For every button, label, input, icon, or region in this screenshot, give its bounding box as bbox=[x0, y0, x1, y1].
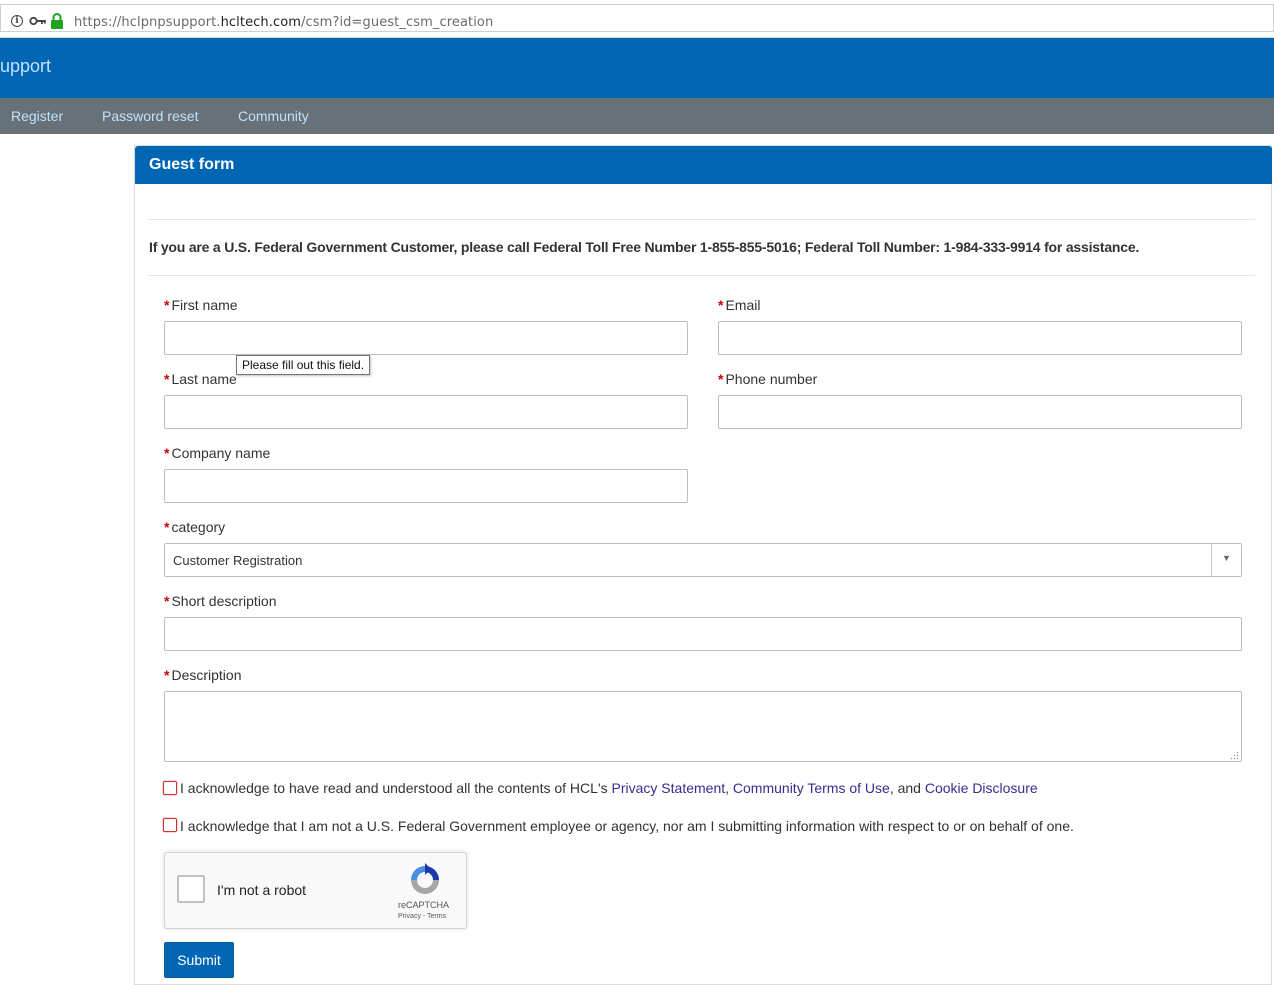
url-prefix: https://hclpnpsupport. bbox=[74, 15, 221, 30]
info-icon[interactable]: i bbox=[11, 15, 23, 27]
validation-tooltip: Please fill out this field. bbox=[236, 355, 371, 375]
federal-ack-checkbox[interactable] bbox=[163, 818, 177, 832]
last-name-label-text: Last name bbox=[171, 371, 237, 387]
category-label: * category bbox=[164, 519, 225, 535]
resize-grip-icon[interactable] bbox=[1230, 751, 1239, 760]
company-input[interactable] bbox=[164, 469, 688, 503]
recaptcha-privacy-terms-links[interactable]: Privacy - Terms bbox=[398, 913, 446, 920]
required-mark: * bbox=[164, 593, 170, 609]
description-textarea[interactable] bbox=[164, 691, 1242, 762]
url-text: https://hclpnpsupport.hcltech.com/csm?id… bbox=[74, 15, 493, 30]
federal-ack-text: I acknowledge that I am not a U.S. Feder… bbox=[180, 818, 1074, 834]
short-description-label-text: Short description bbox=[171, 593, 277, 609]
company-label: * Company name bbox=[164, 445, 270, 461]
key-icon[interactable] bbox=[29, 14, 46, 28]
lock-icon[interactable] bbox=[50, 12, 64, 29]
site-header: upport bbox=[0, 38, 1274, 98]
last-name-label: * Last name bbox=[164, 371, 237, 387]
phone-label-text: Phone number bbox=[725, 371, 818, 387]
required-mark: * bbox=[718, 371, 724, 387]
federal-notice: If you are a U.S. Federal Government Cus… bbox=[149, 239, 1140, 255]
category-select[interactable]: Customer Registration ▼ bbox=[164, 543, 1242, 577]
email-label-text: Email bbox=[725, 297, 761, 313]
panel-header: Guest form bbox=[135, 146, 1272, 184]
divider bbox=[149, 275, 1255, 276]
category-value: Customer Registration bbox=[173, 553, 303, 568]
phone-label: * Phone number bbox=[718, 371, 817, 387]
category-label-text: category bbox=[171, 519, 226, 535]
first-name-label: * First name bbox=[164, 297, 238, 313]
required-mark: * bbox=[164, 519, 170, 535]
first-name-input[interactable] bbox=[164, 321, 688, 355]
submit-button[interactable]: Submit bbox=[164, 942, 234, 978]
nav-password-reset-link[interactable]: Password reset bbox=[102, 108, 198, 124]
url-domain: hcltech.com bbox=[220, 15, 302, 30]
top-nav: Register Password reset Community bbox=[0, 98, 1274, 134]
ack-separator: , bbox=[725, 780, 733, 796]
required-mark: * bbox=[164, 445, 170, 461]
first-name-label-text: First name bbox=[171, 297, 238, 313]
email-input[interactable] bbox=[718, 321, 1242, 355]
short-description-label: * Short description bbox=[164, 593, 277, 609]
url-field[interactable]: i https://hclpnpsupport.hcltech.com/csm?… bbox=[0, 4, 1274, 32]
required-mark: * bbox=[164, 667, 170, 683]
site-title[interactable]: upport bbox=[0, 56, 51, 77]
ack-separator: , and bbox=[889, 780, 925, 796]
nav-register-link[interactable]: Register bbox=[11, 108, 63, 124]
chevron-down-icon: ▼ bbox=[1222, 553, 1231, 563]
privacy-statement-link[interactable]: Privacy Statement bbox=[612, 780, 726, 796]
short-description-input[interactable] bbox=[164, 617, 1242, 651]
privacy-ack-text: I acknowledge to have read and understoo… bbox=[180, 780, 1038, 796]
phone-input[interactable] bbox=[718, 395, 1242, 429]
required-mark: * bbox=[164, 297, 170, 313]
privacy-ack-prefix: I acknowledge to have read and understoo… bbox=[180, 780, 612, 796]
browser-address-bar: i https://hclpnpsupport.hcltech.com/csm?… bbox=[0, 0, 1274, 38]
description-label: * Description bbox=[164, 667, 241, 683]
divider bbox=[149, 219, 1255, 220]
nav-community-link[interactable]: Community bbox=[238, 108, 309, 124]
privacy-ack-checkbox[interactable] bbox=[163, 781, 177, 795]
recaptcha-label: I'm not a robot bbox=[217, 882, 307, 898]
community-terms-link[interactable]: Community Terms of Use bbox=[733, 780, 890, 796]
category-dropdown-toggle[interactable]: ▼ bbox=[1211, 544, 1241, 576]
recaptcha-brand: reCAPTCHA bbox=[398, 900, 450, 910]
last-name-input[interactable] bbox=[164, 395, 688, 429]
recaptcha-checkbox[interactable] bbox=[177, 875, 205, 903]
company-label-text: Company name bbox=[171, 445, 271, 461]
required-mark: * bbox=[718, 297, 724, 313]
cookie-disclosure-link[interactable]: Cookie Disclosure bbox=[925, 780, 1038, 796]
recaptcha-logo-icon bbox=[411, 863, 439, 894]
recaptcha-widget: I'm not a robot reCAPTCHA Privacy - Term… bbox=[164, 852, 467, 929]
required-mark: * bbox=[164, 371, 170, 387]
email-label: * Email bbox=[718, 297, 760, 313]
url-path: /csm?id=guest_csm_creation bbox=[301, 15, 494, 30]
description-label-text: Description bbox=[171, 667, 242, 683]
panel-title: Guest form bbox=[149, 156, 235, 173]
